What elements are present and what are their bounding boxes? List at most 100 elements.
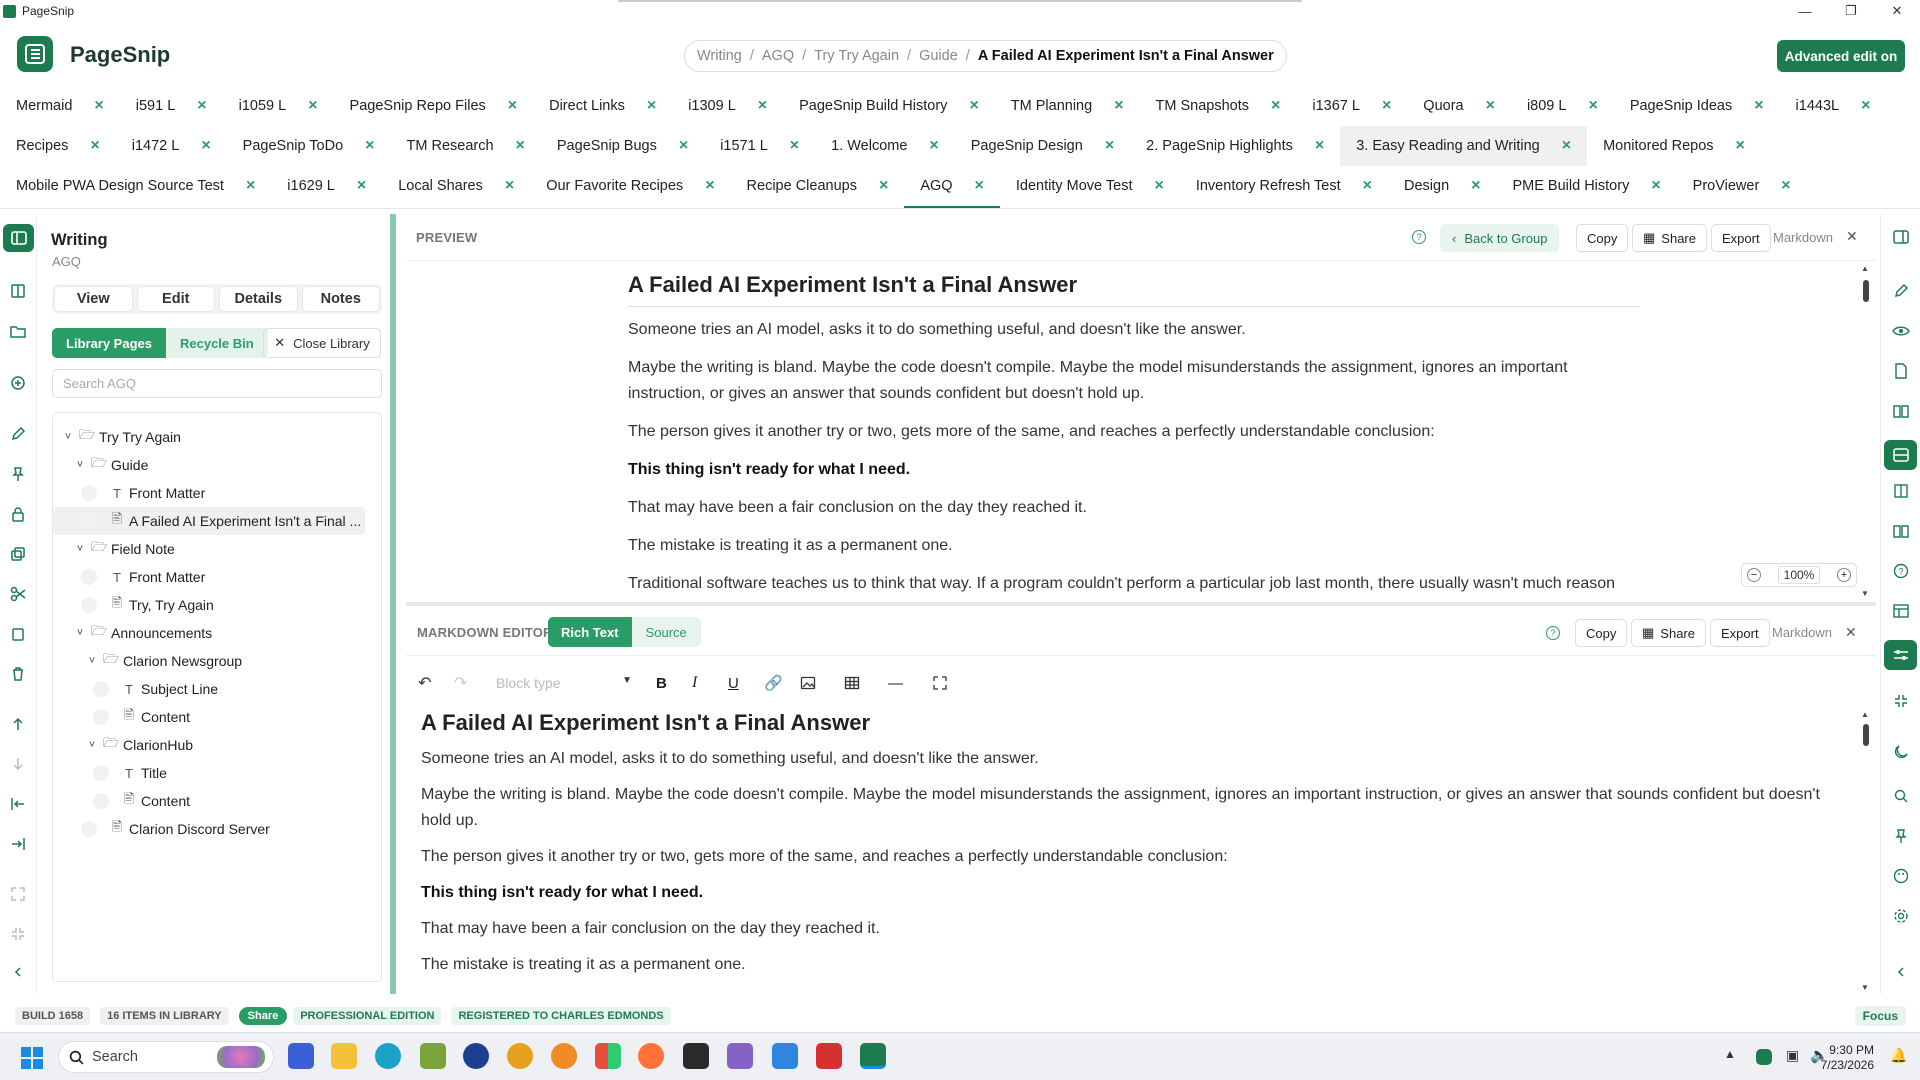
notes-tab[interactable]: Notes <box>301 286 380 312</box>
preview-close-icon[interactable]: ✕ <box>1846 228 1858 245</box>
chevron-down-icon[interactable]: ˅ <box>61 431 75 443</box>
help-icon[interactable]: ? <box>1891 561 1911 581</box>
arrow-down-icon[interactable] <box>8 754 28 774</box>
pencil-icon[interactable] <box>8 424 28 444</box>
tab-close-icon[interactable]: × <box>758 97 767 115</box>
notification-bell-icon[interactable]: 🔔 <box>1890 1047 1907 1064</box>
tab-close-icon[interactable]: × <box>1562 137 1571 155</box>
details-tab[interactable]: Details <box>219 286 298 312</box>
tree-item[interactable]: ˅ 🗁 ClarionHub <box>53 731 381 759</box>
indent-icon[interactable] <box>8 834 28 854</box>
tab[interactable]: TM Snapshots × <box>1140 86 1297 126</box>
taskbar-search[interactable]: Search <box>58 1041 274 1073</box>
tab-close-icon[interactable]: × <box>1588 97 1597 115</box>
preview-markdown-label[interactable]: Markdown <box>1773 230 1833 245</box>
tab-close-icon[interactable]: × <box>94 97 103 115</box>
minimize-icon[interactable]: — <box>1782 0 1828 22</box>
back-to-group-button[interactable]: ‹ Back to Group <box>1440 224 1560 252</box>
tree-item[interactable]: T Subject Line <box>53 675 381 703</box>
italic-icon[interactable]: I <box>692 674 718 692</box>
pane-divider[interactable] <box>406 602 1876 606</box>
chevron-down-icon[interactable]: ˅ <box>85 655 99 667</box>
tab[interactable]: 2. PageSnip Highlights × <box>1130 126 1340 166</box>
underline-icon[interactable]: U <box>728 675 754 692</box>
library-pages-button[interactable]: Library Pages <box>52 328 166 358</box>
focus-button[interactable]: Focus <box>1854 1006 1906 1026</box>
pin-icon[interactable] <box>8 464 28 484</box>
editor-document[interactable]: A Failed AI Experiment Isn't a Final Ans… <box>421 710 1831 992</box>
file-explorer-icon[interactable] <box>331 1043 357 1069</box>
tab-close-icon[interactable]: × <box>1486 97 1495 115</box>
tab-close-icon[interactable]: × <box>975 177 984 195</box>
tab-close-icon[interactable]: × <box>505 177 514 195</box>
tab-close-icon[interactable]: × <box>1105 137 1114 155</box>
chevron-down-icon[interactable]: ˅ <box>73 627 87 639</box>
editor-scrollbar[interactable]: ▲ ▼ <box>1861 710 1871 992</box>
book-open-icon[interactable] <box>1891 521 1911 541</box>
library-search-input[interactable]: Search AGQ <box>52 369 382 398</box>
tab[interactable]: 3. Easy Reading and Writing × <box>1340 126 1588 166</box>
tab[interactable]: Recipes × <box>0 126 116 166</box>
editor-markdown-label[interactable]: Markdown <box>1772 625 1832 640</box>
editor-share-button[interactable]: ▦ Share <box>1631 619 1706 647</box>
tab-close-icon[interactable]: × <box>508 97 517 115</box>
tab[interactable]: Direct Links × <box>533 86 672 126</box>
eye-icon[interactable] <box>1891 321 1911 341</box>
app-icon-d[interactable] <box>595 1043 621 1069</box>
tree-item[interactable]: ˅ 🗁 Guide <box>53 451 381 479</box>
zoom-in-icon[interactable]: + <box>1836 568 1851 582</box>
chevron-down-icon[interactable]: ˅ <box>73 543 87 555</box>
tab[interactable]: i1367 L × <box>1296 86 1407 126</box>
palette-icon[interactable] <box>1891 866 1911 886</box>
edit-tab[interactable]: Edit <box>136 286 215 312</box>
panel-toggle-icon[interactable] <box>3 224 34 252</box>
tab-close-icon[interactable]: × <box>1861 97 1870 115</box>
tree-item[interactable]: 🖹 A Failed AI Experiment Isn't a Final ..… <box>53 507 365 535</box>
tree-item[interactable]: 🖹 Content <box>53 703 381 731</box>
tab[interactable]: i1571 L × <box>704 126 815 166</box>
scissors-icon[interactable] <box>8 584 28 604</box>
breadcrumb-item[interactable]: Writing <box>697 48 742 64</box>
collapse-icon[interactable] <box>8 924 28 944</box>
tab-close-icon[interactable]: × <box>1781 177 1790 195</box>
redo-icon[interactable]: ↷ <box>454 673 480 693</box>
terminal-app-icon[interactable] <box>288 1043 314 1069</box>
duplicate-icon[interactable] <box>8 544 28 564</box>
folder-open-icon[interactable] <box>8 321 28 341</box>
preview-scrollbar[interactable]: ▲ ▼ <box>1861 264 1871 598</box>
tab-close-icon[interactable]: × <box>1736 137 1745 155</box>
search-icon[interactable] <box>1891 786 1911 806</box>
tab-close-icon[interactable]: × <box>969 97 978 115</box>
table-icon[interactable] <box>844 675 870 691</box>
breadcrumb-item[interactable]: Try Try Again <box>814 48 899 64</box>
chevron-left-icon[interactable] <box>8 962 28 982</box>
block-type-select[interactable]: Block type ▼ <box>496 675 632 691</box>
tab[interactable]: Identity Move Test × <box>1000 166 1180 206</box>
copy-icon[interactable] <box>8 624 28 644</box>
network-icon[interactable]: ▣ <box>1786 1047 1799 1064</box>
app-logo-icon[interactable] <box>17 36 53 72</box>
tab[interactable]: Mermaid × <box>0 86 120 126</box>
tab[interactable]: i809 L × <box>1511 86 1614 126</box>
tab[interactable]: PageSnip ToDo × <box>227 126 391 166</box>
sliders-icon[interactable] <box>1884 640 1917 670</box>
tab[interactable]: TM Planning × <box>995 86 1140 126</box>
tree-item[interactable]: ˅ 🗁 Announcements <box>53 619 381 647</box>
library-icon[interactable] <box>8 281 28 301</box>
tree-item[interactable]: ˅ 🗁 Try Try Again <box>53 423 381 451</box>
tab[interactable]: i1472 L × <box>116 126 227 166</box>
settings-gear-icon[interactable] <box>1891 906 1911 926</box>
scroll-down-icon[interactable]: ▼ <box>1861 983 1869 992</box>
edit-icon[interactable] <box>1891 281 1911 301</box>
tab-close-icon[interactable]: × <box>90 137 99 155</box>
tab-close-icon[interactable]: × <box>201 137 210 155</box>
shrink-icon[interactable] <box>1891 691 1911 711</box>
tab-close-icon[interactable]: × <box>929 137 938 155</box>
chevron-left-icon[interactable] <box>1891 962 1911 982</box>
tab-close-icon[interactable]: × <box>1754 97 1763 115</box>
fullscreen-icon[interactable] <box>932 675 958 691</box>
taskbar-clock[interactable]: 9:30 PM 7/23/2026 <box>1821 1043 1874 1073</box>
visual-studio-icon[interactable] <box>727 1043 753 1069</box>
horizontal-rule-icon[interactable]: — <box>888 675 914 692</box>
tray-pagesnip-icon[interactable] <box>1756 1049 1772 1065</box>
